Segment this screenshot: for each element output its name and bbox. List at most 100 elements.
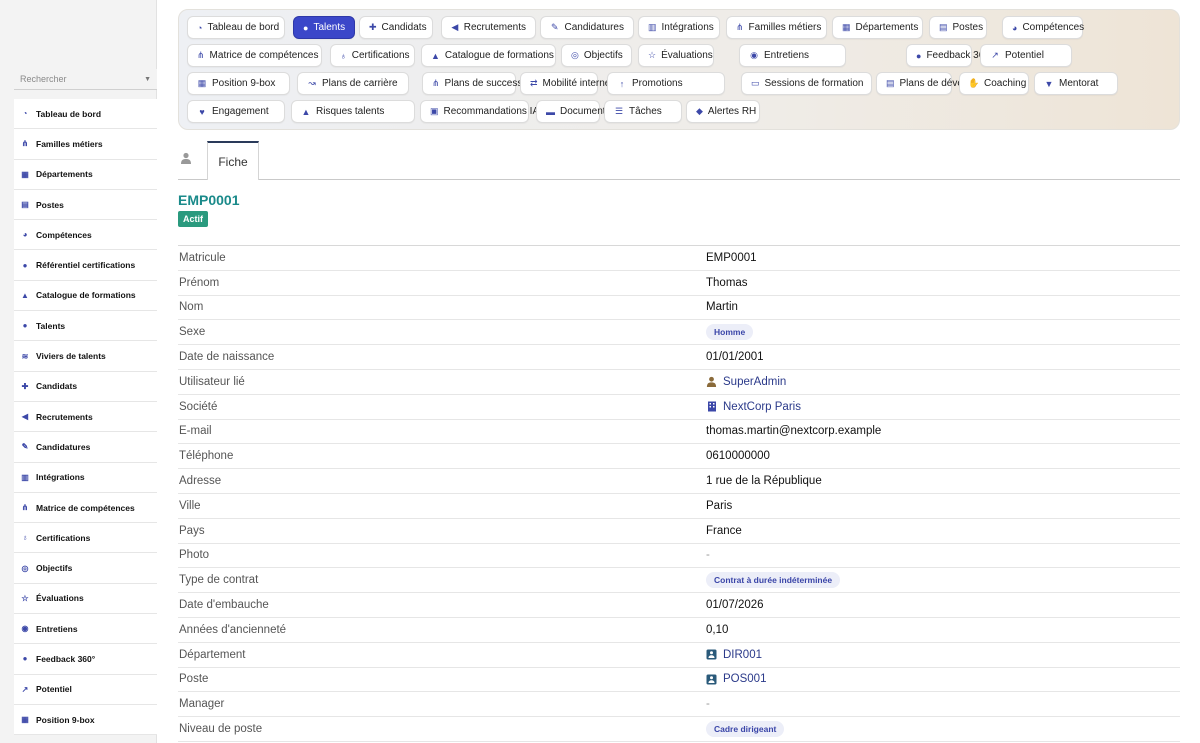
sitemap-icon: ⋔ [432,78,440,88]
nav-pill[interactable]: ▣ Recommandations IA [420,100,539,123]
sidebar-item[interactable]: ↗ Potentiel [14,675,157,705]
field-label: Date d'embauche [179,599,269,612]
sidebar-item[interactable]: ◀ Recrutements [14,402,157,433]
sidebar-item[interactable]: ◕ Compétences [14,220,157,251]
nav-pill[interactable]: ⋔ Familles métiers [726,16,827,39]
sidebar-item[interactable]: ✎ Candidatures [14,432,157,463]
record-fields: Matricule EMP0001 Prénom Thomas Nom Martin Sex… [178,245,1180,742]
nav-pill[interactable]: ⋔ Plans de succession [422,72,536,95]
caret-down-icon: ▼ [144,75,151,83]
field-value: Cadre dirigeant [706,721,1180,738]
nav-pill[interactable]: ▥ Intégrations [638,16,720,39]
nav-pill[interactable]: ▤ Plans de développement [876,72,1010,95]
sidebar-item[interactable]: ☆ Évaluations [14,584,157,615]
sidebar-item[interactable]: ◉ Entretiens [14,614,157,645]
nav-pill[interactable]: ▦ Position 9-box [187,72,290,95]
nav-pill[interactable]: ◀ Recrutements [441,16,536,39]
nav-pill[interactable]: ✋ Coaching [959,72,1029,95]
sidebar-item[interactable]: ✚ Candidats [14,372,157,402]
nav-pill[interactable]: ▭ Sessions de formation [741,72,872,95]
sidebar-item[interactable]: ● Talents [14,311,157,342]
sidebar-item[interactable]: ▥ Intégrations [14,463,157,493]
field-label: Société [179,400,218,413]
sidebar-item[interactable]: ≋ Viviers de talents [14,341,157,372]
nav-pill-label: Candidatures [564,22,624,33]
nav-pill-label: Mentorat [1059,78,1099,89]
sidebar-item[interactable]: ▦ Départements [14,160,157,190]
nav-pill-label: Évaluations [661,50,713,61]
sidebar-item[interactable]: ● Feedback 360° [14,644,157,675]
network-icon: ⋔ [197,50,205,60]
nav-pill[interactable]: ↝ Plans de carrière [297,72,409,95]
nav-pill-label: Mobilité interne [542,78,611,89]
nav-pill[interactable]: ✚ Candidats [359,16,433,39]
nav-pill[interactable]: ▲ Risques talents [291,100,415,123]
layers-icon: ≋ [21,351,29,361]
nav-pill[interactable]: ◎ Objectifs [561,44,632,67]
nav-pill[interactable]: ▲ Catalogue de formations [421,44,556,67]
nav-pill[interactable]: ▤ Postes [929,16,987,39]
star-half-icon: ☆ [648,50,657,60]
field-value: SuperAdmin [706,376,1180,388]
nav-pill[interactable]: ↗ Potentiel [980,44,1072,67]
sidebar-item-label: Entretiens [36,623,78,634]
nav-pill[interactable]: ● Talents [293,16,355,39]
nav-pill[interactable]: ↑ Promotions [607,72,725,95]
sidebar-item[interactable]: ⋔ Matrice de compétences [14,493,157,524]
nav-pill[interactable]: ◕ Compétences [1002,16,1084,39]
value-link[interactable]: NextCorp Paris [706,401,801,413]
nav-pill[interactable]: ♁ Certifications [330,44,415,67]
user-icon[interactable] [180,152,194,166]
field-value: NextCorp Paris [706,401,1180,413]
user-tie-icon: ▼ [1044,78,1054,89]
sidebar-item[interactable]: ▦ Position 9-box [14,705,157,736]
nav-pill[interactable]: ♥ Engagement [187,100,285,123]
building-icon: ▦ [842,22,851,32]
comment-dots-icon: ● [22,654,28,664]
nav-pill[interactable]: ● Feedback 360° [906,44,994,67]
sidebar-item[interactable]: ◎ Objectifs [14,553,157,584]
field-label: Date de naissance [179,351,275,364]
nav-pill[interactable]: ✎ Candidatures [540,16,634,39]
nav-pill[interactable]: ▬ Documents (GED) [536,100,642,123]
nav-pill[interactable]: ⋔ Matrice de compétences [187,44,322,67]
megaphone-icon: ◀ [21,412,29,422]
user-icon [706,376,717,388]
warning-icon: ▲ [301,106,311,117]
value-badge: Homme [706,324,754,341]
value-link[interactable]: SuperAdmin [706,376,786,388]
tab-fiche[interactable]: Fiche [207,141,259,180]
sidebar-item[interactable]: ⋔ Familles métiers [14,129,157,160]
arrow-up-icon: ↑ [619,78,625,89]
nav-pill[interactable]: ◉ Entretiens [739,44,846,67]
sidebar-item-label: Intégrations [36,472,85,483]
nav-pill[interactable]: ▦ Départements [832,16,923,39]
sidebar-item[interactable]: ◔ Tableau de bord [14,99,157,130]
sidebar-item[interactable]: ▲ Catalogue de formations [14,281,157,312]
nav-pill[interactable]: ▼ Mentorat [1034,72,1118,95]
sidebar-search-placeholder: Rechercher [20,74,67,84]
sidebar-item[interactable]: ♁ Certifications [14,523,157,554]
field-label: Département [179,648,246,661]
sidebar-item[interactable]: ● Référentiel certifications [14,250,157,281]
nav-pill-label: Départements [855,22,919,33]
nav-pill[interactable]: ☰ Tâches [604,100,682,123]
sidebar-item[interactable]: ▤ Postes [14,190,157,221]
field-row: Société NextCorp Paris [178,395,1180,420]
nav-pill-label: Risques talents [316,106,385,117]
nav-pill[interactable]: ⇄ Mobilité interne [520,72,610,95]
field-value: EMP0001 [706,251,757,264]
nav-pill[interactable]: ◔ Tableau de bord [187,16,285,39]
nav-pill-label: Potentiel [1005,50,1044,61]
nav-pill[interactable]: ◆ Alertes RH [686,100,760,123]
field-row: Utilisateur lié SuperAdmin [178,370,1180,395]
value-link[interactable]: POS001 [706,673,766,685]
brain-icon: ◕ [1012,22,1018,33]
door-open-icon: ▥ [21,472,29,482]
sidebar-search-select[interactable]: Rechercher ▼ [14,69,157,90]
nav-pill-label: Coaching [984,78,1027,89]
nav-pill[interactable]: ☆ Évaluations [638,44,714,67]
field-label: Sexe [179,326,206,339]
value-link[interactable]: DIR001 [706,649,762,661]
exchange-icon: ⇄ [530,78,538,88]
